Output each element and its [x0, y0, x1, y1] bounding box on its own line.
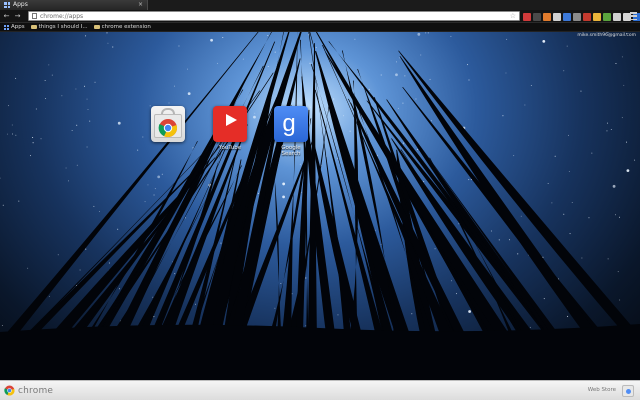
youtube-icon: [213, 106, 247, 142]
address-bar[interactable]: chrome://apps ☆: [28, 11, 520, 21]
bookmark-apps[interactable]: Apps: [4, 24, 25, 30]
ext-4-icon[interactable]: [553, 12, 561, 21]
apps-bottom-bar: chrome Web Store: [0, 380, 640, 400]
url-text: chrome://apps: [40, 12, 84, 20]
chrome-brand-text: chrome: [18, 385, 54, 396]
ext-10-icon[interactable]: [613, 12, 621, 21]
bookmark-apps-label: Apps: [11, 24, 25, 30]
back-button[interactable]: ←: [2, 12, 11, 21]
app-label: Google Search: [281, 145, 301, 157]
google-search-icon: g: [274, 106, 308, 142]
ext-2-icon[interactable]: [533, 12, 541, 21]
wallpaper: [0, 32, 640, 380]
folder-icon: [30, 25, 37, 29]
ext-1-icon[interactable]: [523, 12, 531, 21]
bookmark-folder-chrome-extension[interactable]: chrome extension: [93, 24, 151, 30]
app-youtube[interactable]: YouTube: [210, 106, 250, 151]
bookmark-folder-things[interactable]: things I should I...: [30, 24, 88, 30]
forest-silhouette: [0, 32, 640, 380]
web-store-link[interactable]: Web Store: [588, 387, 616, 393]
app-label: YouTube: [218, 145, 242, 151]
tab-title: Apps: [13, 1, 28, 8]
ext-8-icon[interactable]: [593, 12, 601, 21]
page-icon: [32, 13, 37, 19]
bookmark-label: chrome extension: [101, 24, 151, 30]
close-tab-icon[interactable]: ×: [138, 1, 143, 9]
user-email[interactable]: mike.smith96@gmail.com: [577, 33, 636, 38]
bookmark-label: things I should I...: [38, 24, 88, 30]
forward-button[interactable]: →: [13, 12, 22, 21]
bookmarks-bar: Apps things I should I... chrome extensi…: [0, 23, 640, 32]
extension-tray: [523, 11, 640, 22]
ext-5-icon[interactable]: [563, 12, 571, 21]
app-web-store[interactable]: [148, 106, 188, 145]
web-store-icon[interactable]: [622, 385, 634, 397]
folder-icon: [93, 25, 100, 29]
tab-apps[interactable]: Apps ×: [0, 0, 148, 10]
apps-grid-icon: [4, 2, 10, 8]
ext-6-icon[interactable]: [573, 12, 581, 21]
title-bar: Apps ×: [0, 0, 640, 10]
bookmark-star-icon[interactable]: ☆: [510, 12, 516, 21]
apps-grid-icon: [4, 24, 9, 30]
ext-9-icon[interactable]: [603, 12, 611, 21]
web-store-icon: [151, 106, 185, 142]
chrome-logo-icon: [4, 385, 15, 396]
ext-7-icon[interactable]: [583, 12, 591, 21]
menu-icon[interactable]: [630, 12, 637, 20]
ext-3-icon[interactable]: [543, 12, 551, 21]
toolbar: ← → chrome://apps ☆: [0, 10, 640, 23]
app-google-search[interactable]: g Google Search: [271, 106, 311, 157]
